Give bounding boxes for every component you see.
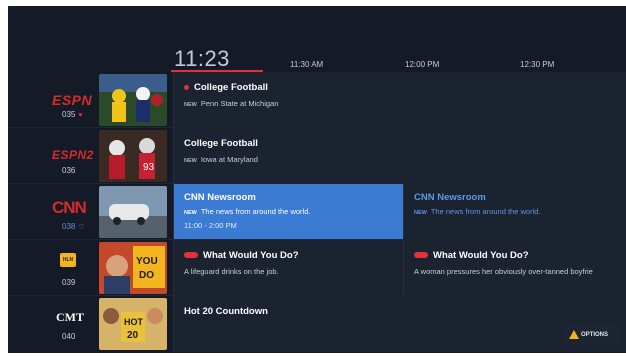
program-thumbnail-football: 93 [99,130,167,182]
closed-caption-icon [414,252,428,259]
program-title: What Would You Do? [433,250,529,261]
tv-guide-screen: 11:23 11:30 AM 12:00 PM 12:30 PM ESPN 03… [8,6,626,353]
program-title: College Football [184,138,258,149]
channel-number: 035 ♥ [62,110,83,119]
new-badge: NEW [414,210,427,216]
svg-text:93: 93 [143,162,155,173]
channel-row-espn2[interactable]: ESPN2 036 93 College Football NEW Iowa at… [8,128,626,184]
cmt-logo: CMT [56,310,84,324]
program-cell[interactable]: What Would You Do? A lifeguard drinks on… [173,240,404,296]
football-thumbnail-image: 93 [99,130,167,182]
program-cell[interactable]: College Football NEW Iowa at Maryland [173,128,626,184]
program-subtitle: Penn State at Michigan [200,99,279,108]
program-time: 11:00 - 2:00 PM [184,221,237,230]
svg-text:20: 20 [127,330,139,341]
countdown-thumbnail-image: HOT 20 [99,298,167,350]
svg-text:YOU: YOU [136,256,158,267]
live-dot-icon [184,84,189,90]
program-cell[interactable]: College Football NEW Penn State at Michig… [173,72,626,128]
program-subtitle: A lifeguard drinks on the job. [184,267,279,276]
program-cell[interactable]: What Would You Do? A woman pressures her… [403,240,626,296]
svg-text:DO: DO [139,270,154,281]
timeslot-1200: 12:00 PM [405,60,440,69]
program-cell-selected[interactable]: CNN Newsroom NEW The news from around the… [173,184,404,240]
timeslot-1230: 12:30 PM [520,60,555,69]
program-subtitle: The news from around the world. [200,207,311,216]
program-cell[interactable]: Hot 20 Countdown [173,296,626,352]
program-thumbnail-football [99,74,167,126]
news-thumbnail-image [99,186,167,238]
channel-number-text: 035 [62,110,76,119]
program-cell[interactable]: CNN Newsroom NEW The news from around the… [403,184,626,240]
channel-number: 040 [62,332,76,341]
program-title: CNN Newsroom [184,192,256,203]
channel-number-text: 038 [62,222,76,231]
timeslot-1130: 11:30 AM [290,60,324,69]
channel-row-cmt[interactable]: CMT 040 HOT 20 Hot 20 Countdown [8,296,626,352]
new-badge: NEW [184,158,197,164]
options-label: OPTIONS [581,332,609,338]
current-time: 11:23 [174,46,230,71]
new-badge: NEW [184,102,197,108]
program-title: College Football [194,82,268,93]
football-thumbnail-image [99,74,167,126]
hln-logo: HLN [60,253,76,267]
channel-row-hln[interactable]: HLN 039 YOU DO What Would You Do? A life… [8,240,626,296]
espn2-logo: ESPN2 [52,148,94,162]
program-title: Hot 20 Countdown [184,306,268,317]
program-thumbnail-countdown: HOT 20 [99,298,167,350]
channel-row-cnn[interactable]: CNN 038 ♡ CNN Newsroom NEW The news from a… [8,184,626,240]
cnn-logo: CNN [52,198,87,217]
svg-text:HOT: HOT [124,317,144,327]
heart-icon: ♥ [78,112,83,119]
program-subtitle: The news from around the world. [430,207,541,216]
channel-number: 039 [62,278,76,287]
triangle-icon [569,330,579,339]
heart-outline-icon: ♡ [78,224,85,231]
new-badge: NEW [184,210,197,216]
channel-number: 038 ♡ [62,222,85,231]
program-subtitle: Iowa at Maryland [200,155,258,164]
program-thumbnail-show: YOU DO [99,242,167,294]
espn-logo: ESPN [52,92,93,108]
program-title: CNN Newsroom [414,192,486,203]
channel-row-espn[interactable]: ESPN 035 ♥ College Football NEW Penn State… [8,72,626,128]
program-title: What Would You Do? [203,250,299,261]
closed-caption-icon [184,252,198,259]
show-thumbnail-image: YOU DO [99,242,167,294]
channel-number: 036 [62,166,76,175]
guide-header: 11:23 11:30 AM 12:00 PM 12:30 PM [8,6,626,72]
program-thumbnail-news [99,186,167,238]
program-subtitle: A woman pressures her obviously over-tan… [414,267,593,276]
options-button[interactable]: OPTIONS [563,324,619,346]
